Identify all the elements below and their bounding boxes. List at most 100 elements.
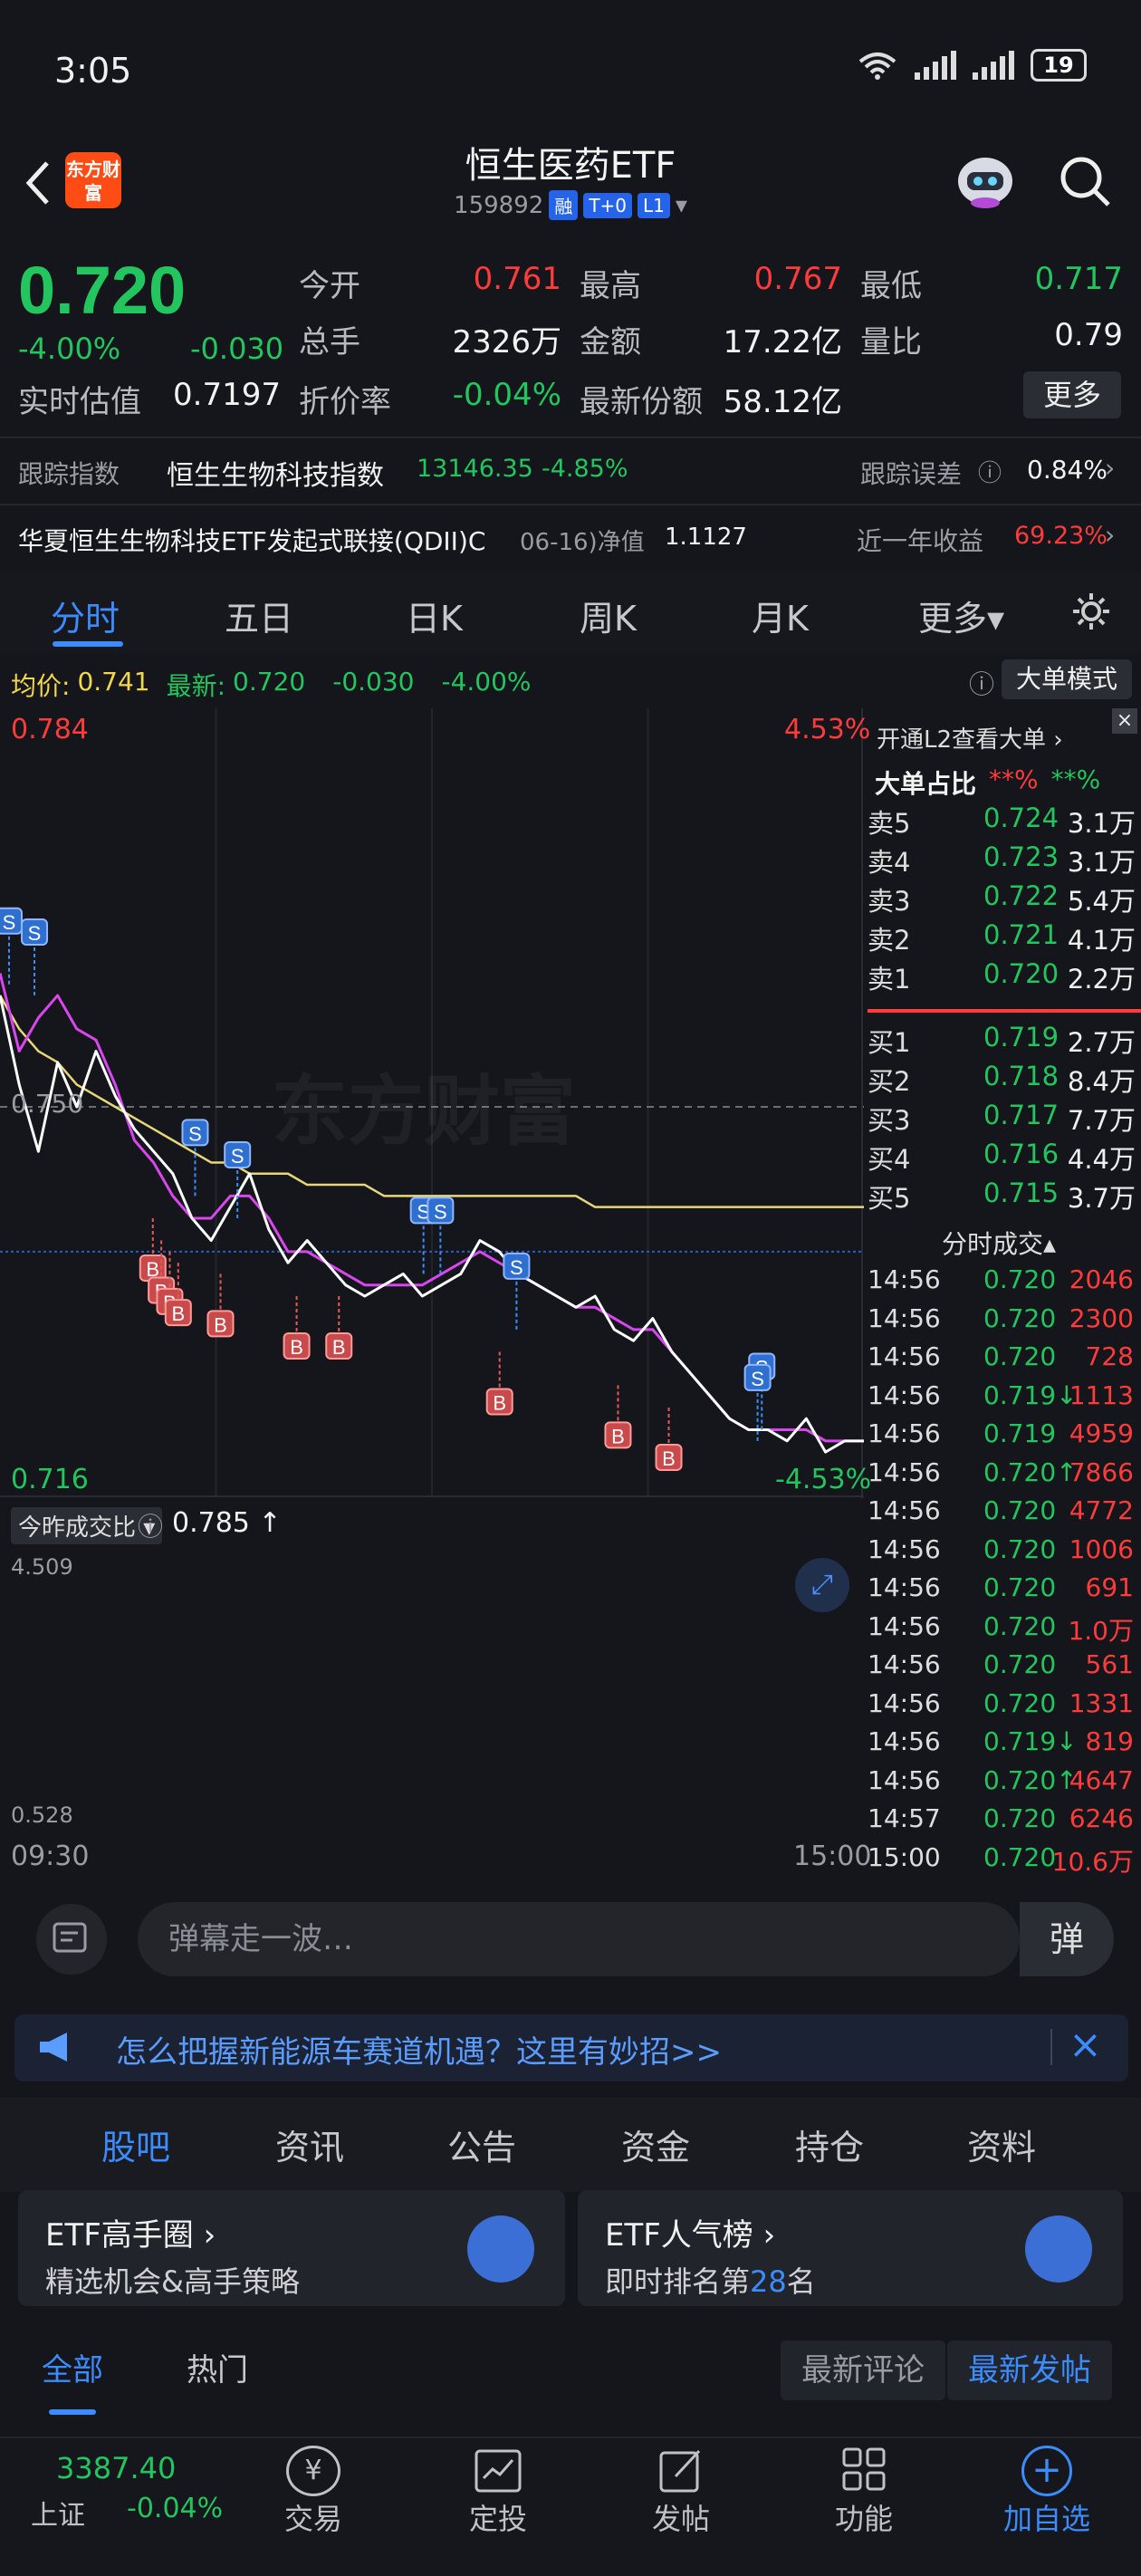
trade-price: 0.720	[983, 1687, 1057, 1718]
expand-icon[interactable]: ⤢	[795, 1558, 849, 1612]
trade-time: 14:56	[868, 1649, 941, 1679]
trade-volume: 1113	[1069, 1379, 1134, 1410]
tab-profile[interactable]: 资料	[967, 2119, 1036, 2169]
nav-trade[interactable]: 交易	[250, 2496, 377, 2538]
index-name[interactable]: 上证	[31, 2493, 85, 2533]
danmu-icon	[53, 1922, 87, 1953]
chevron-right-icon: ›	[1105, 453, 1116, 483]
tab-announcements[interactable]: 公告	[447, 2119, 516, 2169]
trade-time: 14:56	[868, 1495, 941, 1525]
help-icon[interactable]: ⓘ	[969, 665, 994, 701]
tab-holdings[interactable]: 持仓	[795, 2119, 864, 2169]
tracking-index-name[interactable]: 恒生生物科技指数	[167, 453, 384, 493]
tag-margin: 融	[549, 190, 579, 220]
trade-price: 0.720	[983, 1610, 1057, 1641]
tab-daily-k[interactable]: 日K	[406, 591, 463, 640]
nav-functions[interactable]: 功能	[801, 2496, 927, 2538]
battery-icon: 19	[1031, 49, 1087, 82]
quote-field-label: 最低	[860, 268, 922, 304]
sort-latest-post[interactable]: 最新发帖	[947, 2341, 1112, 2400]
nav-add-watchlist[interactable]: 加自选	[983, 2496, 1110, 2538]
tab-news[interactable]: 资讯	[275, 2119, 344, 2169]
more-button[interactable]: 更多	[1023, 371, 1121, 418]
filter-all[interactable]: 全部	[27, 2341, 118, 2400]
fund-nav-date: 06-16)净值	[520, 529, 645, 556]
trade-volume: 4959	[1069, 1418, 1134, 1448]
functions-icon[interactable]	[837, 2446, 891, 2496]
tab-intraday[interactable]: 分时	[51, 591, 120, 640]
fund-link-name[interactable]: 华夏恒生生物科技ETF发起式联接(QDII)C	[18, 522, 485, 558]
spread-line	[868, 1009, 1141, 1013]
tab-funds[interactable]: 资金	[621, 2119, 690, 2169]
ob-price: 0.720	[983, 958, 1060, 989]
trade-price: 0.720	[983, 1533, 1057, 1564]
trade-time: 14:56	[868, 1610, 941, 1641]
sort-latest-comment[interactable]: 最新评论	[781, 2341, 945, 2400]
tab-monthly-k[interactable]: 月K	[752, 591, 809, 640]
change-value: -0.030	[190, 332, 284, 366]
ob-price: 0.724	[983, 803, 1060, 833]
ask-row: 卖2 0.721 4.1万	[868, 919, 1139, 959]
ob-label: 买2	[868, 1066, 911, 1097]
danmu-input[interactable]: 弹幕走一波…	[138, 1902, 1020, 1976]
quote-field-value: 0.717	[1034, 261, 1123, 297]
nav-post[interactable]: 发帖	[618, 2496, 744, 2538]
last-value: 0.720	[233, 667, 306, 697]
help-icon[interactable]: ⓘ	[138, 1507, 163, 1543]
robot-assistant-icon[interactable]	[951, 150, 1020, 214]
ask-row: 卖4 0.723 3.1万	[868, 841, 1139, 881]
nav-fixed-invest[interactable]: 定投	[435, 2496, 561, 2538]
buy-marker-label: B	[171, 1302, 185, 1325]
help-icon[interactable]: ⓘ	[978, 455, 1002, 488]
close-icon[interactable]: ×	[1069, 2022, 1102, 2068]
big-ratio-red: **%	[989, 764, 1039, 794]
quote-field-value: 0.767	[753, 261, 842, 297]
search-icon[interactable]	[1056, 152, 1114, 210]
close-icon[interactable]: ×	[1112, 708, 1137, 734]
big-order-mode-button[interactable]: 大单模式	[1002, 659, 1132, 699]
sell-marker-label: S	[231, 1145, 244, 1168]
fixed-invest-icon[interactable]	[471, 2446, 525, 2496]
pct-min-label: -4.53%	[775, 1464, 872, 1495]
fund-yield-label: 近一年收益	[857, 526, 984, 556]
ob-price: 0.719	[983, 1022, 1060, 1053]
divider	[1050, 2029, 1052, 2065]
ob-price: 0.717	[983, 1100, 1060, 1130]
ob-label: 卖1	[868, 964, 911, 995]
chart-change: -0.030	[332, 667, 415, 697]
trade-volume: 7866	[1069, 1456, 1134, 1487]
ob-label: 买1	[868, 1027, 911, 1058]
watermark: 东方财富	[272, 1067, 577, 1156]
open-l2-link[interactable]: 开通L2查看大单 ›	[877, 721, 1063, 755]
filter-active-indicator	[49, 2409, 96, 2415]
post-icon[interactable]	[654, 2446, 708, 2496]
ad-text[interactable]: 怎么把握新能源车赛道机遇？这里有妙招>>	[116, 2027, 722, 2071]
add-watchlist-icon[interactable]: +	[1021, 2446, 1072, 2496]
tab-weekly-k[interactable]: 周K	[580, 591, 637, 640]
trade-time: 14:56	[868, 1341, 941, 1371]
trade-price: 0.720↑	[983, 1456, 1078, 1487]
buy-marker-label: B	[611, 1425, 625, 1447]
trade-time: 14:56	[868, 1379, 941, 1410]
tab-five-day[interactable]: 五日	[225, 591, 293, 640]
quote-field-value: 2326万	[452, 324, 561, 360]
stock-code: 159892	[454, 191, 544, 219]
chart-info-row: 均价: 0.741 最新: 0.720 -0.030 -4.00%	[11, 667, 532, 703]
ask-row: 卖1 0.720 2.2万	[868, 958, 1139, 998]
gear-icon[interactable]	[1070, 591, 1112, 632]
x-start-label: 09:30	[11, 1841, 90, 1872]
index-value[interactable]: 3387.40	[56, 2451, 176, 2485]
card-subtitle: 精选机会&高手策略	[45, 2264, 300, 2299]
trade-icon[interactable]: ¥	[286, 2446, 340, 2496]
trades-title[interactable]: 分时成交▴	[942, 1225, 1056, 1261]
danmu-toggle-button[interactable]: 弹	[1020, 1902, 1114, 1976]
bid-row: 买3 0.717 7.7万	[868, 1100, 1139, 1139]
big-ratio-label: 大单占比	[875, 769, 977, 799]
filter-hot[interactable]: 热门	[172, 2341, 263, 2400]
ob-volume: 8.4万	[1067, 1066, 1136, 1097]
tab-guba[interactable]: 股吧	[101, 2119, 170, 2169]
tab-more[interactable]: 更多▾	[918, 591, 1004, 640]
trade-volume: 561	[1085, 1649, 1134, 1679]
trade-volume: 1331	[1069, 1687, 1134, 1718]
rank-prefix: 即时排名第	[605, 2264, 751, 2299]
